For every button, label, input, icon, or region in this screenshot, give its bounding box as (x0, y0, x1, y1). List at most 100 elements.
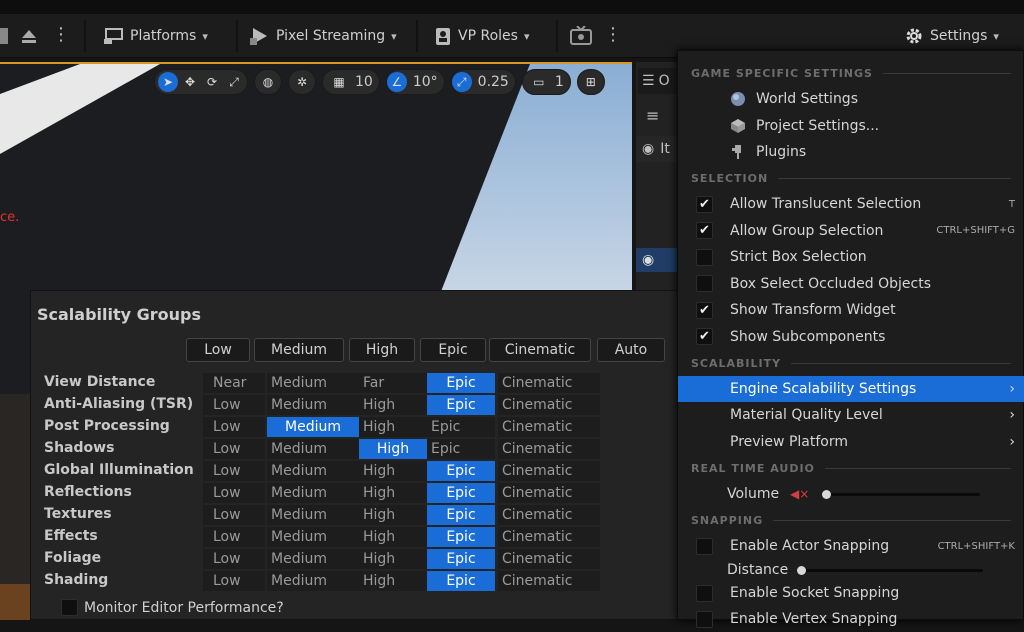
scalability-option-cell[interactable]: Low (203, 527, 265, 547)
scalability-option-cell[interactable]: Cinematic (498, 549, 600, 569)
filter-icon[interactable]: ≡ (646, 106, 659, 125)
vertex-snapping-checkbox[interactable] (696, 610, 713, 628)
socket-snapping-checkbox[interactable] (696, 584, 713, 602)
scalability-option-cell[interactable]: Medium (267, 549, 359, 569)
selection-option-checkbox[interactable] (696, 248, 713, 266)
scalability-option-cell[interactable]: Cinematic (498, 373, 600, 393)
preset-cinematic-button[interactable]: Cinematic (489, 338, 591, 362)
scalability-option-cell[interactable]: Medium (267, 417, 359, 437)
scalability-option-cell[interactable]: Epic (427, 395, 495, 415)
move-icon[interactable]: ✥ (180, 72, 200, 92)
rotation-snap[interactable]: ∠ 10° (385, 69, 445, 95)
scalability-option-cell[interactable]: Medium (267, 505, 359, 525)
more-options-icon[interactable]: ⋮ (604, 24, 622, 46)
scalability-option-cell[interactable]: High (359, 439, 427, 459)
scalability-option-cell[interactable]: Low (203, 461, 265, 481)
scalability-option-cell[interactable]: Low (203, 549, 265, 569)
selection-option-item[interactable]: ✔ Allow Group Selection CTRL+SHIFT+G (678, 218, 1024, 244)
scalability-option-cell[interactable]: Epic (427, 527, 495, 547)
distance-slider[interactable] (800, 569, 983, 572)
scalability-option-cell[interactable]: High (359, 527, 427, 547)
scalability-option-cell[interactable]: High (359, 549, 427, 569)
outliner-selected-row[interactable]: ◉ (636, 248, 680, 272)
world-local-toggle[interactable]: ◍ (254, 69, 282, 95)
selection-option-checkbox[interactable]: ✔ (696, 328, 713, 345)
grid-snap[interactable]: ▦ 10 (322, 69, 380, 95)
selection-option-checkbox[interactable]: ✔ (696, 222, 713, 239)
preview-platform-item[interactable]: Preview Platform › (678, 429, 1024, 455)
scalability-option-cell[interactable]: Far (359, 373, 427, 393)
scalability-option-cell[interactable]: High (359, 417, 427, 437)
selection-option-checkbox[interactable] (696, 275, 713, 292)
scalability-option-cell[interactable]: High (359, 571, 427, 591)
vp-roles-button[interactable]: VP Roles ▾ (434, 14, 529, 58)
scalability-option-cell[interactable]: Medium (267, 571, 359, 591)
scalability-option-cell[interactable]: Cinematic (498, 461, 600, 481)
scalability-option-cell[interactable]: Low (203, 483, 265, 503)
scalability-option-cell[interactable]: Cinematic (498, 527, 600, 547)
scalability-option-cell[interactable]: Epic (427, 373, 495, 393)
scalability-option-cell[interactable]: Epic (427, 461, 495, 481)
scalability-option-cell[interactable]: Cinematic (498, 439, 600, 459)
platforms-button[interactable]: Platforms ▾ (104, 14, 208, 58)
scalability-option-cell[interactable]: Epic (427, 439, 495, 459)
volume-slider[interactable] (824, 493, 980, 496)
scalability-option-cell[interactable]: Medium (267, 483, 359, 503)
selection-option-item[interactable]: ✔ Allow Translucent Selection T (678, 191, 1024, 217)
selection-option-item[interactable]: ✔ Show Subcomponents (678, 324, 1024, 350)
preset-high-button[interactable]: High (349, 338, 415, 362)
more-options-icon[interactable]: ⋮ (52, 24, 70, 46)
scalability-option-cell[interactable]: Low (203, 505, 265, 525)
vertex-snapping-item[interactable]: Enable Vertex Snapping (678, 606, 1024, 632)
scalability-option-cell[interactable]: Cinematic (498, 395, 600, 415)
plugins-item[interactable]: Plugins (678, 139, 1024, 165)
scalability-option-cell[interactable]: High (359, 483, 427, 503)
selection-option-item[interactable]: Box Select Occluded Objects (678, 271, 1024, 297)
scalability-option-cell[interactable]: Low (203, 395, 265, 415)
monitor-performance-option[interactable]: Monitor Editor Performance? (61, 599, 284, 616)
scale-snap[interactable]: ⤢ 0.25 (450, 69, 516, 95)
camera-speed[interactable]: ▭ 1 (521, 69, 571, 95)
scalability-option-cell[interactable]: Low (203, 439, 265, 459)
scalability-option-cell[interactable]: Cinematic (498, 505, 600, 525)
scalability-option-cell[interactable]: Cinematic (498, 417, 600, 437)
monitor-performance-checkbox[interactable] (61, 599, 78, 616)
world-settings-item[interactable]: World Settings (678, 86, 1024, 112)
broadcast-button[interactable] (570, 14, 592, 58)
surface-snap-toggle[interactable]: ✲ (288, 69, 316, 95)
outliner-tab[interactable]: ☰ O (638, 68, 680, 94)
socket-snapping-item[interactable]: Enable Socket Snapping (678, 580, 1024, 606)
rotate-icon[interactable]: ⟳ (202, 72, 222, 92)
scalability-option-cell[interactable]: Epic (427, 417, 495, 437)
material-quality-item[interactable]: Material Quality Level › (678, 402, 1024, 428)
scalability-option-cell[interactable]: Epic (427, 549, 495, 569)
selection-option-checkbox[interactable]: ✔ (696, 301, 713, 319)
preset-auto-button[interactable]: Auto (597, 338, 665, 362)
preset-medium-button[interactable]: Medium (254, 338, 344, 362)
scalability-option-cell[interactable]: Low (203, 417, 265, 437)
scalability-option-cell[interactable]: Epic (427, 505, 495, 525)
preset-epic-button[interactable]: Epic (420, 338, 486, 362)
scalability-option-cell[interactable]: High (359, 395, 427, 415)
scalability-option-cell[interactable]: Low (203, 571, 265, 591)
scalability-option-cell[interactable]: Near (203, 373, 265, 393)
scalability-option-cell[interactable]: Medium (267, 527, 359, 547)
actor-snapping-item[interactable]: Enable Actor Snapping CTRL+SHIFT+K (678, 533, 1024, 559)
pixel-streaming-button[interactable]: Pixel Streaming ▾ (250, 14, 397, 58)
scalability-option-cell[interactable]: Cinematic (498, 483, 600, 503)
scale-icon[interactable]: ⤢ (224, 72, 244, 92)
layout-toggle[interactable]: ⊞ (576, 69, 605, 95)
preset-low-button[interactable]: Low (186, 338, 250, 362)
selection-option-checkbox[interactable]: ✔ (696, 195, 713, 213)
project-settings-item[interactable]: Project Settings... (678, 113, 1024, 139)
scalability-option-cell[interactable]: Cinematic (498, 571, 600, 591)
selection-option-item[interactable]: ✔ Show Transform Widget (678, 297, 1024, 323)
actor-snapping-checkbox[interactable] (696, 537, 713, 555)
eject-icon[interactable] (0, 14, 40, 58)
scalability-option-cell[interactable]: Medium (267, 373, 359, 393)
volume-slider-knob[interactable] (822, 490, 831, 499)
distance-slider-knob[interactable] (797, 566, 806, 575)
select-icon[interactable]: ➤ (158, 72, 178, 92)
engine-scalability-item[interactable]: Engine Scalability Settings › (678, 376, 1024, 402)
scalability-option-cell[interactable]: Medium (267, 439, 359, 459)
